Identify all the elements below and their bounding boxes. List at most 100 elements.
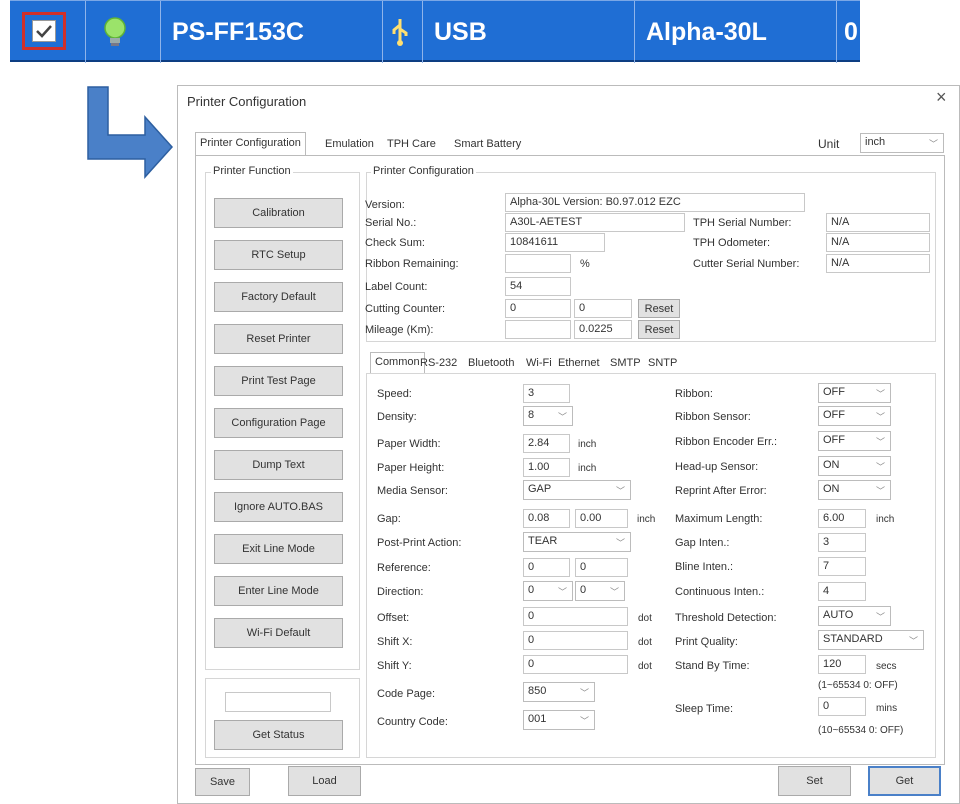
chevron-down-icon: ﹀ xyxy=(875,389,885,399)
direction-select-1[interactable]: 0 ﹀ xyxy=(523,581,573,601)
gap-inten-field[interactable]: 3 xyxy=(818,533,866,552)
head-up-sensor-select[interactable]: ON ﹀ xyxy=(818,456,891,476)
subtab-smtp[interactable]: SMTP xyxy=(606,354,645,374)
serial-label: Serial No.: xyxy=(365,217,417,229)
code-page-label: Code Page: xyxy=(377,688,436,700)
printer-info-title: Printer Configuration xyxy=(371,165,476,178)
chevron-down-icon: ﹀ xyxy=(875,437,885,447)
reference-field-1[interactable]: 0 xyxy=(523,558,570,577)
checksum-label: Check Sum: xyxy=(365,237,425,249)
get-status-button[interactable]: Get Status xyxy=(214,720,343,750)
row-model: PS-FF153C xyxy=(172,17,304,46)
unit-select[interactable]: inch ﹀ xyxy=(860,133,944,153)
sleep-time-label: Sleep Time: xyxy=(675,703,734,715)
continuous-inten-label: Continuous Inten.: xyxy=(675,586,765,598)
unit-label: Unit xyxy=(818,137,840,151)
paper-width-unit: inch xyxy=(578,439,597,450)
subtab-ethernet[interactable]: Ethernet xyxy=(554,354,604,374)
arrow-icon xyxy=(87,86,174,179)
subtab-sntp[interactable]: SNTP xyxy=(644,354,681,374)
direction-select-2[interactable]: 0 ﹀ xyxy=(575,581,625,601)
maximum-length-unit: inch xyxy=(876,514,895,525)
paper-width-field[interactable]: 2.84 xyxy=(523,434,570,453)
load-button[interactable]: Load xyxy=(288,766,361,796)
reprint-after-error-select[interactable]: ON ﹀ xyxy=(818,480,891,500)
shift-x-field[interactable]: 0 xyxy=(523,631,628,650)
shift-y-unit: dot xyxy=(638,661,652,672)
cutting-counter-field-2[interactable]: 0 xyxy=(574,299,632,318)
row-printer-name: Alpha-30L xyxy=(646,17,767,46)
stand-by-time-range: (1~65534 0: OFF) xyxy=(818,680,898,691)
direction-label: Direction: xyxy=(377,586,424,598)
set-button[interactable]: Set xyxy=(778,766,851,796)
row-interface: USB xyxy=(434,17,487,46)
enter-line-mode-button[interactable]: Enter Line Mode xyxy=(214,576,343,606)
threshold-detection-select[interactable]: AUTO ﹀ xyxy=(818,606,891,626)
ribbon-sensor-select[interactable]: OFF ﹀ xyxy=(818,406,891,426)
calibration-button[interactable]: Calibration xyxy=(214,198,343,228)
sleep-time-unit: mins xyxy=(876,703,898,714)
shift-y-field[interactable]: 0 xyxy=(523,655,628,674)
cutting-counter-field-1[interactable]: 0 xyxy=(505,299,571,318)
post-print-action-select[interactable]: TEAR ﹀ xyxy=(523,532,631,552)
head-up-sensor-label: Head-up Sensor: xyxy=(675,461,759,473)
exit-line-mode-button[interactable]: Exit Line Mode xyxy=(214,534,343,564)
version-field[interactable]: Alpha-30L Version: B0.97.012 EZC xyxy=(505,193,805,212)
printer-list-row[interactable]: PS-FF153C USB Alpha-30L 0 xyxy=(10,0,860,63)
bline-inten-field[interactable]: 7 xyxy=(818,557,866,576)
ribbon-select[interactable]: OFF ﹀ xyxy=(818,383,891,403)
stand-by-time-field[interactable]: 120 xyxy=(818,655,866,674)
tab-tph-care[interactable]: TPH Care xyxy=(383,135,440,155)
reset-cutting-button[interactable]: Reset xyxy=(638,299,680,318)
reset-printer-button[interactable]: Reset Printer xyxy=(214,324,343,354)
tph-odometer-field[interactable]: N/A xyxy=(826,233,930,252)
maximum-length-field[interactable]: 6.00 xyxy=(818,509,866,528)
tab-emulation[interactable]: Emulation xyxy=(321,135,378,155)
ribbon-label: Ribbon: xyxy=(675,388,713,400)
print-test-page-button[interactable]: Print Test Page xyxy=(214,366,343,396)
chevron-down-icon: ﹀ xyxy=(579,716,589,726)
close-icon[interactable]: × xyxy=(936,88,947,106)
gap-field-2[interactable]: 0.00 xyxy=(575,509,628,528)
mileage-field-1[interactable] xyxy=(505,320,571,339)
get-button[interactable]: Get xyxy=(868,766,941,796)
media-sensor-select[interactable]: GAP ﹀ xyxy=(523,480,631,500)
country-code-select[interactable]: 001 ﹀ xyxy=(523,710,595,730)
ignore-auto-bas-button[interactable]: Ignore AUTO.BAS xyxy=(214,492,343,522)
subtab-rs232[interactable]: RS-232 xyxy=(416,354,461,374)
status-field[interactable] xyxy=(225,692,331,712)
sleep-time-field[interactable]: 0 xyxy=(818,697,866,716)
subtab-bluetooth[interactable]: Bluetooth xyxy=(464,354,518,374)
reset-mileage-button[interactable]: Reset xyxy=(638,320,680,339)
configuration-page-button[interactable]: Configuration Page xyxy=(214,408,343,438)
printer-function-title: Printer Function xyxy=(211,165,293,178)
density-select[interactable]: 8 ﹀ xyxy=(523,406,573,426)
reference-field-2[interactable]: 0 xyxy=(575,558,628,577)
rtc-setup-button[interactable]: RTC Setup xyxy=(214,240,343,270)
mileage-field-2[interactable]: 0.0225 xyxy=(574,320,632,339)
paper-height-field[interactable]: 1.00 xyxy=(523,458,570,477)
ribbon-remaining-field[interactable] xyxy=(505,254,571,273)
continuous-inten-field[interactable]: 4 xyxy=(818,582,866,601)
row-checkbox[interactable] xyxy=(32,20,56,42)
wifi-default-button[interactable]: Wi-Fi Default xyxy=(214,618,343,648)
save-button[interactable]: Save xyxy=(195,768,250,796)
tph-serial-field[interactable]: N/A xyxy=(826,213,930,232)
offset-field[interactable]: 0 xyxy=(523,607,628,626)
serial-field[interactable]: A30L-AETEST xyxy=(505,213,685,232)
ribbon-encoder-select[interactable]: OFF ﹀ xyxy=(818,431,891,451)
tab-smart-battery[interactable]: Smart Battery xyxy=(450,135,525,155)
cutter-serial-field[interactable]: N/A xyxy=(826,254,930,273)
subtab-wifi[interactable]: Wi-Fi xyxy=(522,354,556,374)
factory-default-button[interactable]: Factory Default xyxy=(214,282,343,312)
paper-width-label: Paper Width: xyxy=(377,438,441,450)
label-count-field[interactable]: 54 xyxy=(505,277,571,296)
tab-printer-configuration[interactable]: Printer Configuration xyxy=(195,132,306,156)
print-quality-select[interactable]: STANDARD ﹀ xyxy=(818,630,924,650)
speed-field[interactable]: 3 xyxy=(523,384,570,403)
chevron-down-icon: ﹀ xyxy=(875,486,885,496)
checksum-field[interactable]: 10841611 xyxy=(505,233,605,252)
code-page-select[interactable]: 850 ﹀ xyxy=(523,682,595,702)
dump-text-button[interactable]: Dump Text xyxy=(214,450,343,480)
gap-field-1[interactable]: 0.08 xyxy=(523,509,570,528)
